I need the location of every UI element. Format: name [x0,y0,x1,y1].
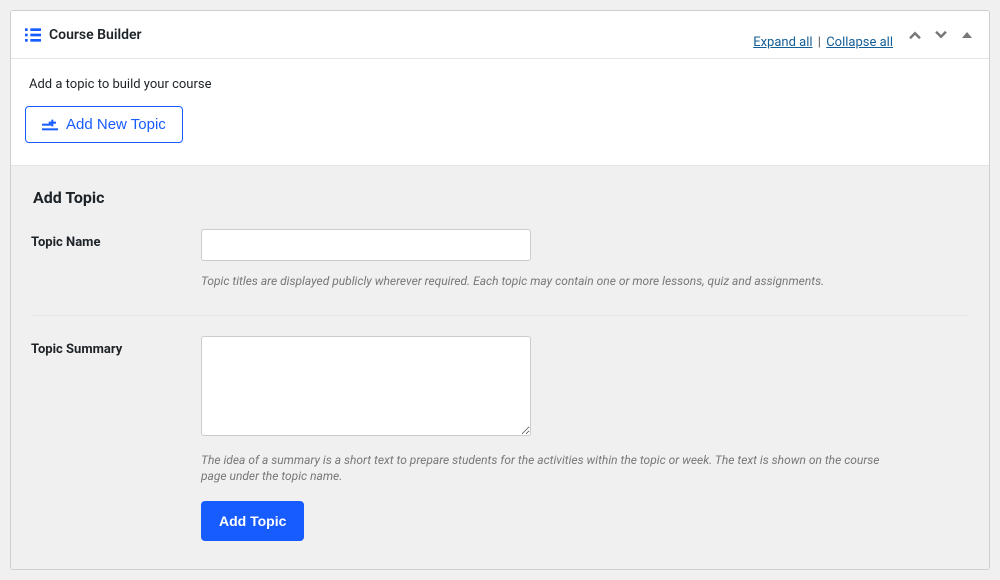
topic-summary-label: Topic Summary [31,336,201,540]
add-topic-section: Add Topic Topic Name Topic titles are di… [11,165,989,569]
move-down-icon[interactable] [933,27,949,43]
topic-name-control: Topic titles are displayed publicly wher… [201,229,969,289]
topic-summary-row: Topic Summary The idea of a summary is a… [31,336,969,540]
topic-name-row: Topic Name Topic titles are displayed pu… [31,229,969,316]
panel-header-icons [907,27,975,43]
panel-title-wrap: Course Builder [25,27,142,43]
link-separator: | [818,35,821,50]
expand-collapse-links: Expand all | Collapse all [753,35,893,50]
panel-top-body: Add a topic to build your course Add New… [11,59,989,165]
add-topic-title: Add Topic [33,188,969,207]
topic-name-input[interactable] [201,229,531,261]
panel-title: Course Builder [49,27,142,43]
expand-all-link[interactable]: Expand all [753,35,812,50]
intro-text: Add a topic to build your course [29,77,975,92]
course-builder-panel: Course Builder Expand all | Collapse all [10,10,990,570]
panel-header-right: Expand all | Collapse all [753,19,975,50]
topic-summary-help: The idea of a summary is a short text to… [201,452,881,484]
add-new-topic-label: Add New Topic [66,116,166,133]
panel-header: Course Builder Expand all | Collapse all [11,11,989,59]
topic-summary-input[interactable] [201,336,531,436]
add-topic-submit-button[interactable]: Add Topic [201,501,304,541]
topic-name-label: Topic Name [31,229,201,289]
move-up-icon[interactable] [907,27,923,43]
add-list-icon [42,118,58,132]
add-new-topic-button[interactable]: Add New Topic [25,106,183,143]
collapse-all-link[interactable]: Collapse all [826,35,893,50]
collapse-panel-icon[interactable] [959,27,975,43]
topic-name-help: Topic titles are displayed publicly wher… [201,273,881,289]
topic-summary-control: The idea of a summary is a short text to… [201,336,969,540]
course-builder-icon [25,28,41,42]
